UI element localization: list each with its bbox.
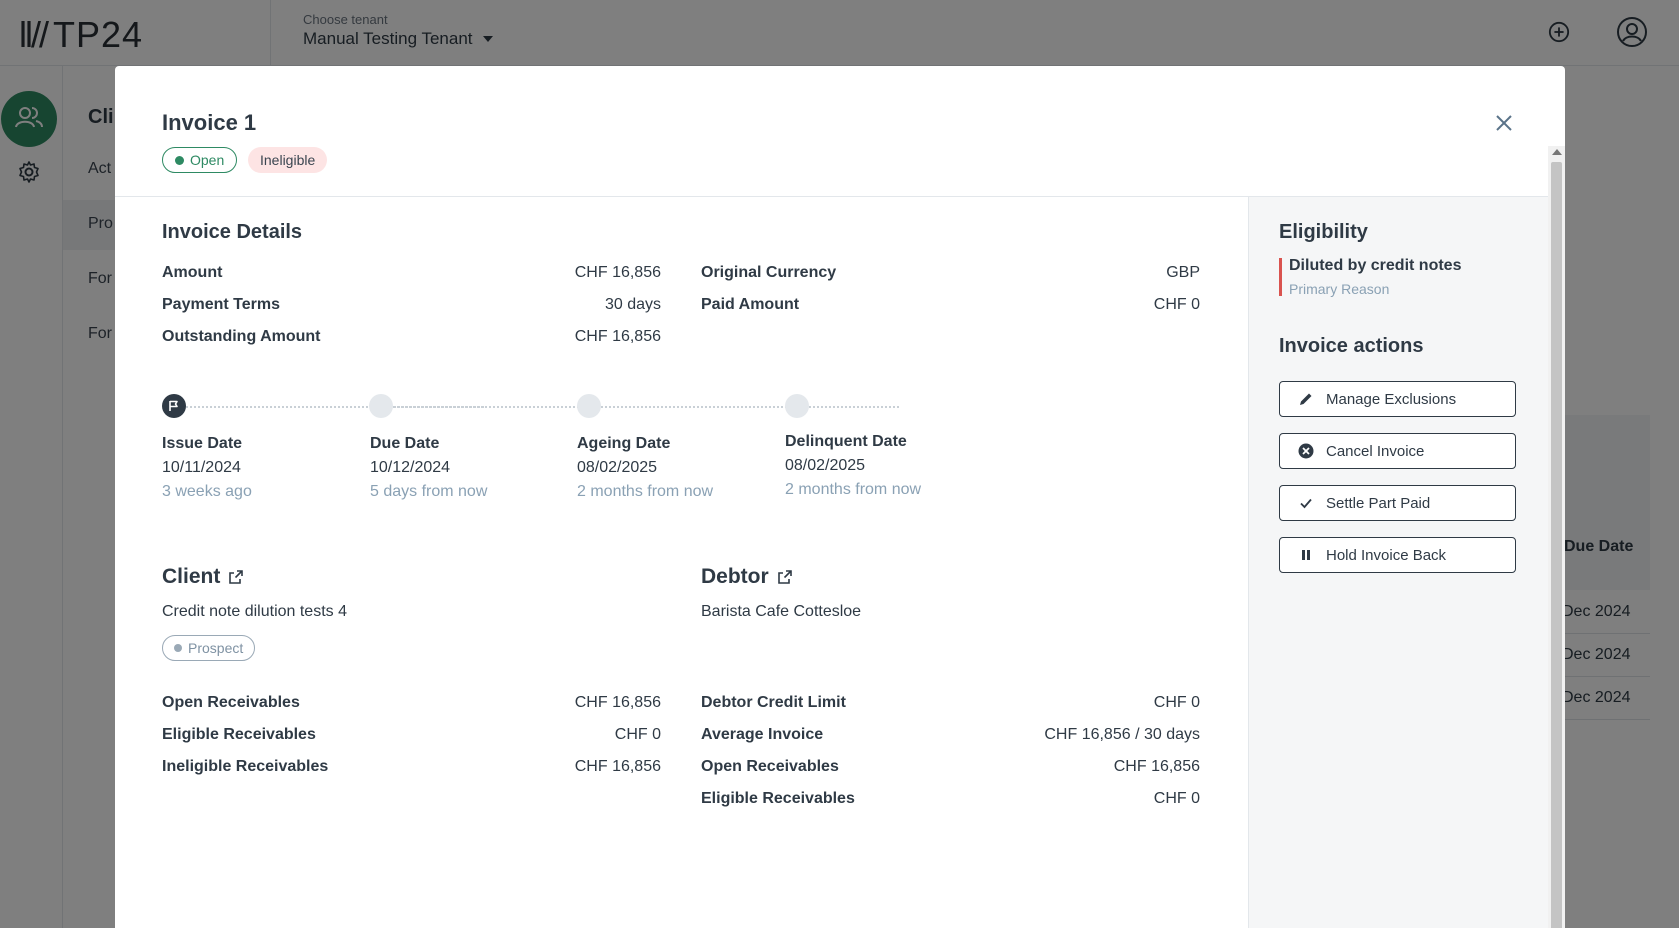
prospect-dot-icon <box>174 644 182 652</box>
eligibility-badge: Ineligible <box>248 147 328 173</box>
invoice-details-title: Invoice Details <box>162 221 303 243</box>
prospect-badge-label: Prospect <box>188 640 244 656</box>
scrollbar-thumb[interactable] <box>1551 162 1562 928</box>
delinquent-date-label: Delinquent Date <box>785 433 907 450</box>
client-name: Credit note dilution tests 4 <box>162 603 347 620</box>
delinquent-date-value: 08/02/2025 <box>785 457 866 474</box>
timeline-node <box>577 394 601 418</box>
reason-indicator <box>1279 258 1282 296</box>
debtor-eligible-receivables-label: Eligible Receivables <box>701 790 855 807</box>
outstanding-amount-value: CHF 16,856 <box>574 328 661 345</box>
debtor-credit-limit-value: CHF 0 <box>1153 694 1200 711</box>
manage-exclusions-label: Manage Exclusions <box>1326 390 1457 408</box>
issue-date-relative: 3 weeks ago <box>162 483 252 500</box>
client-open-receivables-label: Open Receivables <box>162 694 300 711</box>
external-link-icon[interactable] <box>777 569 793 585</box>
check-icon <box>1298 495 1314 511</box>
eligibility-title: Eligibility <box>1279 221 1368 243</box>
amount-label: Amount <box>162 264 223 281</box>
original-currency-value: GBP <box>1166 264 1200 281</box>
average-invoice-value: CHF 16,856 / 30 days <box>1044 726 1200 743</box>
status-badge-label: Open <box>190 152 225 168</box>
manage-exclusions-button[interactable]: Manage Exclusions <box>1279 381 1516 417</box>
invoice-modal: Invoice 1 Open Ineligible Invoice Detail… <box>115 66 1565 928</box>
payment-terms-value: 30 days <box>604 296 661 313</box>
pause-icon <box>1298 547 1314 563</box>
scroll-up-icon[interactable] <box>1552 149 1562 155</box>
amount-value: CHF 16,856 <box>574 264 661 281</box>
modal-title: Invoice 1 <box>162 110 257 135</box>
debtor-title: Debtor <box>701 565 793 589</box>
invoice-actions-title: Invoice actions <box>1279 335 1424 357</box>
debtor-open-receivables-value: CHF 16,856 <box>1113 758 1200 775</box>
eligibility-reason: Diluted by credit notes <box>1289 257 1462 274</box>
ageing-date-label: Ageing Date <box>577 435 671 452</box>
ageing-date-relative: 2 months from now <box>577 483 714 500</box>
client-eligible-receivables-label: Eligible Receivables <box>162 726 316 743</box>
prospect-badge: Prospect <box>162 635 256 661</box>
due-date-value: 10/12/2024 <box>370 459 451 476</box>
due-date-label: Due Date <box>370 435 440 452</box>
outstanding-amount-label: Outstanding Amount <box>162 328 321 345</box>
client-ineligible-receivables-label: Ineligible Receivables <box>162 758 329 775</box>
eligibility-reason-sub: Primary Reason <box>1289 281 1390 297</box>
issue-date-label: Issue Date <box>162 435 243 452</box>
cancel-invoice-label: Cancel Invoice <box>1326 442 1425 460</box>
client-eligible-receivables-value: CHF 0 <box>614 726 661 743</box>
paid-amount-value: CHF 0 <box>1153 296 1200 313</box>
external-link-icon[interactable] <box>228 569 244 585</box>
close-icon[interactable] <box>1491 110 1517 136</box>
status-dot-icon <box>175 155 184 165</box>
pencil-icon <box>1298 391 1314 407</box>
average-invoice-label: Average Invoice <box>701 726 824 743</box>
ageing-date-value: 08/02/2025 <box>577 459 658 476</box>
paid-amount-label: Paid Amount <box>701 296 800 313</box>
debtor-open-receivables-label: Open Receivables <box>701 758 839 775</box>
settle-part-paid-button[interactable]: Settle Part Paid <box>1279 485 1516 521</box>
client-open-receivables-value: CHF 16,856 <box>574 694 661 711</box>
original-currency-label: Original Currency <box>701 264 837 281</box>
timeline-node <box>785 394 809 418</box>
cancel-circle-icon <box>1298 443 1314 459</box>
flag-icon <box>162 394 186 418</box>
settle-part-paid-label: Settle Part Paid <box>1326 494 1431 512</box>
timeline-connector <box>601 406 899 408</box>
due-date-relative: 5 days from now <box>370 483 488 500</box>
debtor-name: Barista Cafe Cottesloe <box>701 603 862 620</box>
hold-invoice-back-button[interactable]: Hold Invoice Back <box>1279 537 1516 573</box>
client-ineligible-receivables-value: CHF 16,856 <box>574 758 661 775</box>
client-title-label: Client <box>162 565 221 588</box>
debtor-title-label: Debtor <box>701 565 769 588</box>
hold-invoice-back-label: Hold Invoice Back <box>1326 546 1447 564</box>
debtor-eligible-receivables-value: CHF 0 <box>1153 790 1200 807</box>
issue-date-value: 10/11/2024 <box>162 459 241 476</box>
modal-header: Invoice 1 Open Ineligible <box>115 66 1565 197</box>
cancel-invoice-button[interactable]: Cancel Invoice <box>1279 433 1516 469</box>
debtor-credit-limit-label: Debtor Credit Limit <box>701 694 846 711</box>
payment-terms-label: Payment Terms <box>162 296 280 313</box>
client-title: Client <box>162 565 244 589</box>
timeline-node <box>369 394 393 418</box>
delinquent-date-relative: 2 months from now <box>785 481 922 498</box>
status-badge: Open <box>162 147 238 173</box>
